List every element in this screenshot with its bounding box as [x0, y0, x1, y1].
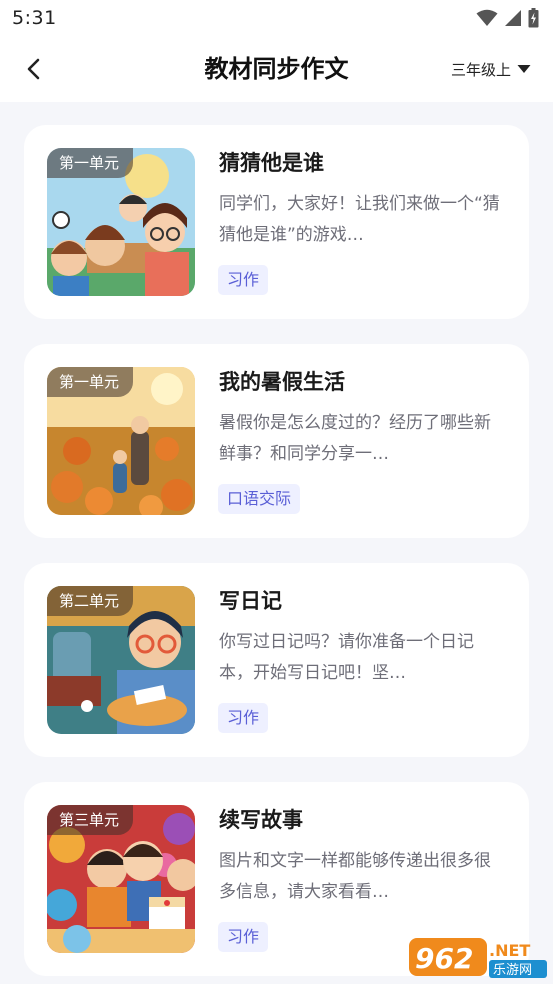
caret-down-icon [517, 65, 531, 73]
status-time: 5:31 [12, 7, 57, 29]
back-button[interactable] [14, 49, 54, 89]
article-thumbnail: 第三单元 [47, 805, 195, 953]
article-description: 你写过日记吗？请你准备一个日记本，开始写日记吧！坚… [219, 632, 474, 683]
article-card[interactable]: 第一单元 我的暑假生活 暑假你是怎么度过的？经历了哪些新鲜事？和同学分享一… 口… [24, 344, 529, 538]
back-arrow-icon [27, 58, 40, 80]
watermark-number: 962 [415, 942, 473, 975]
article-tag: 习作 [218, 703, 269, 733]
article-thumbnail: 第二单元 [47, 586, 195, 734]
article-description: 同学们，大家好！让我们来做一个“猜猜他是谁”的游戏… [219, 194, 500, 245]
article-tag: 口语交际 [218, 484, 301, 514]
watermark-suffix: .NET [489, 941, 530, 960]
article-title: 猜猜他是谁 [219, 151, 324, 175]
article-description: 图片和文字一样都能够传递出很多很多信息，请大家看看… [219, 851, 491, 902]
status-bar: 5:31 [0, 0, 553, 36]
article-thumbnail: 第一单元 [47, 367, 195, 515]
article-tag: 习作 [218, 265, 269, 295]
grade-selector[interactable]: 三年级上 [451, 56, 531, 82]
unit-badge: 第三单元 [47, 805, 134, 835]
article-title: 写日记 [219, 589, 282, 613]
watermark-text: 乐游网 [493, 963, 532, 978]
unit-badge: 第一单元 [47, 148, 134, 178]
grade-selector-label: 三年级上 [450, 60, 511, 79]
signal-icon [505, 10, 521, 26]
watermark-logo: 962 .NET 乐游网 [409, 936, 549, 980]
article-thumbnail: 第一单元 [47, 148, 195, 296]
article-tag: 习作 [218, 922, 269, 952]
article-card[interactable]: 第一单元 猜猜他是谁 同学们，大家好！让我们来做一个“猜猜他是谁”的游戏… 习作 [24, 125, 529, 319]
article-title: 续写故事 [219, 808, 303, 832]
article-description: 暑假你是怎么度过的？经历了哪些新鲜事？和同学分享一… [219, 413, 491, 464]
article-card[interactable]: 第二单元 写日记 你写过日记吗？请你准备一个日记本，开始写日记吧！坚… 习作 [24, 563, 529, 757]
nav-bar: 教材同步作文 三年级上 [0, 36, 553, 102]
article-title: 我的暑假生活 [219, 370, 345, 394]
wifi-icon [476, 9, 498, 26]
unit-badge: 第一单元 [47, 367, 134, 397]
status-icons [476, 8, 539, 28]
unit-badge: 第二单元 [47, 586, 134, 616]
battery-icon [528, 8, 539, 28]
